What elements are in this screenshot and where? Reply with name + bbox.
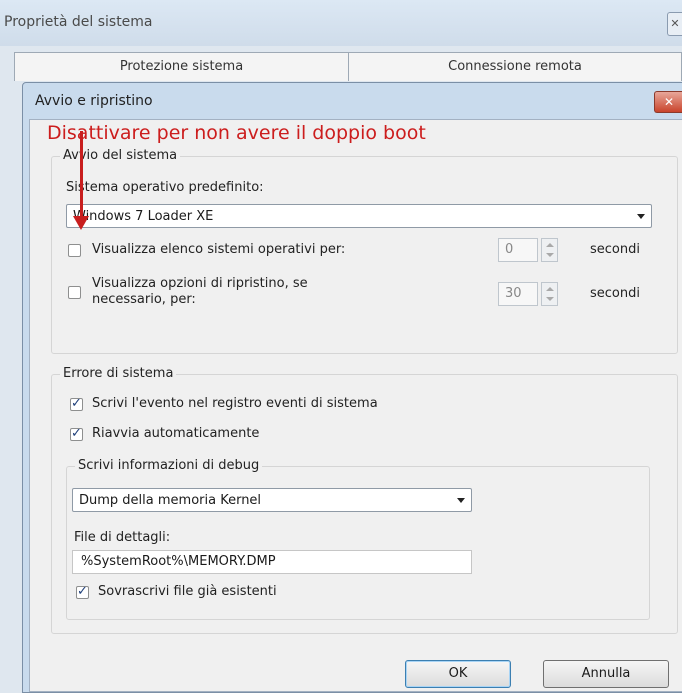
auto-restart-checkbox[interactable] bbox=[70, 426, 83, 441]
show-os-list-checkbox[interactable] bbox=[68, 244, 81, 257]
dump-file-input[interactable]: %SystemRoot%\MEMORY.DMP bbox=[72, 550, 472, 574]
show-os-list-label: Visualizza elenco sistemi operativi per: bbox=[92, 242, 346, 257]
show-os-list-seconds-input[interactable]: 0 bbox=[498, 238, 538, 262]
show-recovery-unit: secondi bbox=[590, 286, 640, 301]
outer-close-icon[interactable]: ✕ bbox=[667, 12, 682, 36]
spin-down-icon bbox=[546, 253, 554, 257]
auto-restart-label: Riavvia automaticamente bbox=[92, 426, 260, 441]
default-os-select[interactable]: Windows 7 Loader XE bbox=[66, 204, 652, 228]
show-recovery-seconds-input[interactable]: 30 bbox=[498, 282, 538, 306]
spin-up-icon bbox=[546, 243, 554, 247]
annotation-text: Disattivare per non avere il doppio boot bbox=[47, 122, 426, 144]
dump-type-value: Dump della memoria Kernel bbox=[79, 493, 262, 508]
system-failure-legend: Errore di sistema bbox=[60, 366, 177, 381]
outer-window-titlebar: Proprietà del sistema ✕ bbox=[0, 0, 682, 46]
debug-info-legend: Scrivi informazioni di debug bbox=[75, 458, 263, 473]
outer-window-title: Proprietà del sistema bbox=[4, 14, 153, 30]
overwrite-checkbox[interactable] bbox=[76, 584, 89, 599]
outer-tab-strip: Protezione sistema Connessione remota bbox=[14, 52, 682, 81]
dropdown-arrow-icon bbox=[457, 498, 465, 503]
annotation-arrow-icon bbox=[73, 216, 89, 230]
annotation-arrow-line bbox=[80, 131, 83, 219]
show-os-list-spinner[interactable] bbox=[541, 238, 558, 262]
default-os-label: Sistema operativo predefinito: bbox=[66, 180, 264, 195]
write-event-label: Scrivi l'evento nel registro eventi di s… bbox=[92, 396, 378, 411]
dump-file-label: File di dettagli: bbox=[74, 530, 171, 545]
dialog-title: Avvio e ripristino bbox=[35, 93, 153, 109]
startup-recovery-dialog: Avvio e ripristino ✕ Disattivare per non… bbox=[22, 82, 682, 693]
show-recovery-checkbox[interactable] bbox=[68, 286, 81, 299]
show-recovery-label-line2: necessario, per: bbox=[92, 292, 196, 307]
tab-connessione-remota[interactable]: Connessione remota bbox=[349, 53, 681, 81]
show-recovery-spinner[interactable] bbox=[541, 282, 558, 306]
close-icon[interactable]: ✕ bbox=[654, 91, 682, 113]
overwrite-label: Sovrascrivi file già esistenti bbox=[98, 584, 277, 599]
dropdown-arrow-icon bbox=[637, 214, 645, 219]
cancel-button[interactable]: Annulla bbox=[543, 660, 669, 688]
show-os-list-unit: secondi bbox=[590, 242, 640, 257]
spin-up-icon bbox=[546, 287, 554, 291]
spin-down-icon bbox=[546, 297, 554, 301]
show-recovery-label-line1: Visualizza opzioni di ripristino, se bbox=[92, 276, 308, 291]
write-event-checkbox[interactable] bbox=[70, 396, 83, 411]
startup-legend: Avvio del sistema bbox=[60, 148, 181, 163]
dialog-client-area: Disattivare per non avere il doppio boot… bbox=[29, 119, 682, 692]
ok-button[interactable]: OK bbox=[405, 660, 511, 688]
tab-protezione-sistema[interactable]: Protezione sistema bbox=[15, 53, 349, 81]
dump-type-select[interactable]: Dump della memoria Kernel bbox=[72, 488, 472, 512]
default-os-value: Windows 7 Loader XE bbox=[73, 209, 214, 224]
